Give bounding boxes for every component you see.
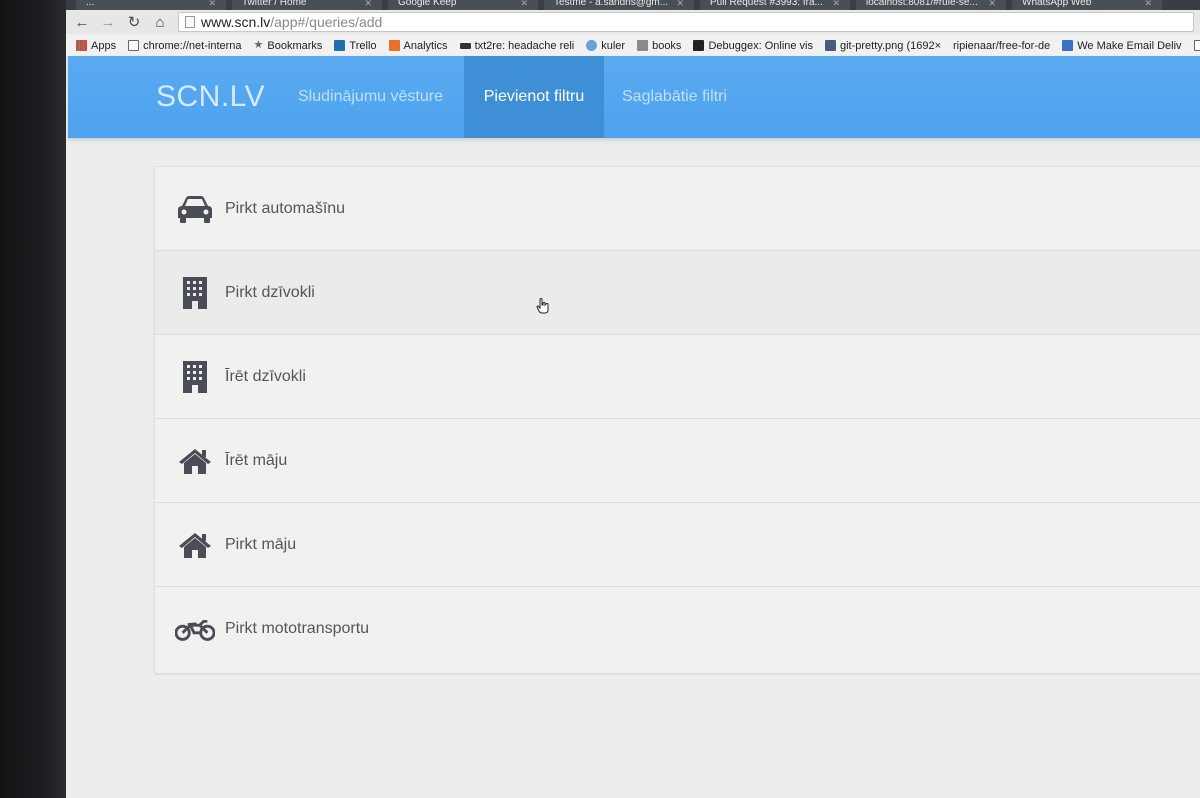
tab-strip: ... ✕ Twitter / Home ✕ Google Keep ✕ Testme… (66, 0, 1200, 10)
tab-title: WhatsApp Web (1022, 0, 1092, 8)
page-icon (185, 16, 195, 28)
bookmark-label: git-pretty.png (1692× (840, 39, 941, 52)
list-item-label: Pirkt māju (225, 535, 297, 553)
building-icon (175, 357, 215, 397)
filter-type-list: Pirkt automašīnu Pirkt dzīvokli Īrēt dzī… (154, 166, 1200, 674)
building-icon (175, 273, 215, 313)
trello-icon (334, 40, 346, 51)
tab-title: localhost:8081/#rule-se... (866, 0, 978, 8)
star-icon: ★ (253, 39, 264, 51)
browser-tab[interactable]: WhatsApp Web ✕ (1012, 0, 1162, 10)
bookmark-item[interactable]: ★ Bookmarks (254, 40, 323, 52)
browser-tab[interactable]: ... ✕ (76, 0, 226, 10)
bookmark-label: Debuggex: Online vis (708, 39, 813, 52)
browser-tab[interactable]: Testme - a.sandris@gm... ✕ (544, 0, 694, 10)
bookmark-label: books (652, 39, 682, 52)
house-icon (175, 441, 215, 481)
tab-title: Pull Request #3993: fra... (710, 0, 823, 8)
address-bar[interactable]: www.scn.lv/app#/queries/add (178, 12, 1194, 32)
list-item-buy-apartment[interactable]: Pirkt dzīvokli (155, 251, 1200, 335)
close-icon[interactable]: ✕ (832, 0, 840, 8)
bookmark-item[interactable]: ripienaar/free-for-de (953, 40, 1050, 52)
nav-history[interactable]: Sludinājumu vēsture (298, 56, 443, 138)
url-path: /app#/queries/add (270, 14, 383, 30)
list-item-label: Īrēt māju (225, 451, 288, 469)
bookmark-label: chrome://net-interna (143, 39, 242, 52)
list-item-label: Pirkt mototransportu (225, 620, 370, 637)
nav-add-filter[interactable]: Pievienot filtru (464, 56, 604, 138)
home-icon[interactable]: ⌂ (152, 14, 168, 31)
nav-saved-filters[interactable]: Saglabātie filtri (622, 56, 727, 138)
bookmark-label: kuler (601, 39, 626, 52)
bookmark-item[interactable]: Debuggex: Online vis (693, 40, 813, 52)
monitor-bezel (0, 0, 66, 798)
bookmark-label: txt2re: headache reli (474, 39, 575, 52)
email-icon (1062, 40, 1074, 51)
browser-tab[interactable]: localhost:8081/#rule-se... ✕ (856, 0, 1006, 10)
bookmark-item[interactable]: Trello (334, 39, 377, 52)
kuler-icon (586, 40, 598, 51)
close-icon[interactable]: ✕ (364, 0, 372, 8)
list-item-buy-house[interactable]: Pirkt māju (155, 503, 1200, 587)
browser-tab[interactable]: Pull Request #3993: fra... ✕ (700, 0, 850, 10)
debuggex-icon (693, 40, 705, 51)
browser-tab[interactable]: Twitter / Home ✕ (232, 0, 382, 10)
image-icon (825, 40, 836, 51)
bookmark-item[interactable]: Ne (1193, 40, 1200, 52)
tab-title: Google Keep (398, 0, 457, 8)
list-item-rent-house[interactable]: Īrēt māju (155, 419, 1200, 503)
browser-tab[interactable]: Google Keep ✕ (388, 0, 538, 10)
url-host: www.scn.lv (201, 14, 271, 30)
bookmark-label: Trello (349, 39, 377, 52)
list-item-label: Pirkt dzīvokli (225, 283, 315, 301)
close-icon[interactable]: ✕ (520, 0, 528, 8)
analytics-icon (388, 40, 400, 51)
folder-icon (637, 40, 649, 51)
tab-title: ... (86, 0, 95, 8)
brand-logo[interactable]: SCN.LV (156, 80, 265, 114)
close-icon[interactable]: ✕ (988, 0, 996, 8)
tab-title: Testme - a.sandris@gm... (554, 0, 669, 8)
car-icon (175, 189, 215, 229)
bookmark-item[interactable]: git-pretty.png (1692× (825, 40, 941, 52)
bookmark-label: ripienaar/free-for-de (953, 39, 1051, 52)
page-icon (1193, 40, 1200, 51)
apps-grid-icon (76, 40, 87, 51)
bookmark-item[interactable]: chrome://net-interna (128, 39, 242, 52)
close-icon[interactable]: ✕ (208, 0, 216, 8)
reload-icon[interactable]: ↻ (126, 13, 142, 31)
house-icon (175, 525, 215, 565)
bookmark-item[interactable]: Analytics (388, 39, 448, 52)
list-item-rent-apartment[interactable]: Īrēt dzīvokli (155, 335, 1200, 419)
bookmark-apps[interactable]: Apps (76, 40, 116, 52)
close-icon[interactable]: ✕ (1144, 0, 1152, 8)
browser-window: ... ✕ Twitter / Home ✕ Google Keep ✕ Testme… (66, 0, 1200, 798)
bookmark-label: Analytics (403, 39, 448, 52)
list-item-buy-motorcycle[interactable]: Pirkt mototransportu (155, 587, 1200, 671)
bookmark-item[interactable]: kuler (586, 40, 625, 52)
bookmark-label: Apps (91, 39, 117, 52)
close-icon[interactable]: ✕ (676, 0, 684, 8)
tab-title: Twitter / Home (242, 0, 307, 8)
bookmark-label: We Make Email Deliv (1077, 39, 1182, 52)
bookmark-item[interactable]: txt2re: headache reli (459, 39, 575, 52)
back-arrow-icon[interactable]: ← (74, 14, 90, 31)
bookmark-item[interactable]: books (637, 40, 681, 52)
page-icon (128, 40, 140, 51)
bookmark-item[interactable]: We Make Email Deliv (1062, 39, 1182, 52)
motorcycle-icon (175, 609, 215, 649)
list-item-label: Īrēt dzīvokli (225, 367, 306, 385)
list-item-buy-car[interactable]: Pirkt automašīnu (155, 167, 1200, 251)
browser-toolbar: ← → ↻ ⌂ www.scn.lv/app#/queries/add (66, 10, 1200, 34)
list-item-label: Pirkt automašīnu (225, 199, 346, 217)
forward-arrow-icon[interactable]: → (100, 14, 116, 31)
txt2re-icon (459, 42, 471, 49)
hand-pointer-cursor-icon (536, 298, 549, 314)
bookmarks-bar: Apps chrome://net-interna ★ Bookmarks Tre… (66, 34, 1200, 58)
bookmark-label: Bookmarks (267, 39, 323, 52)
app-navbar: SCN.LV Sludinājumu vēsture Pievienot fil… (68, 56, 1200, 138)
